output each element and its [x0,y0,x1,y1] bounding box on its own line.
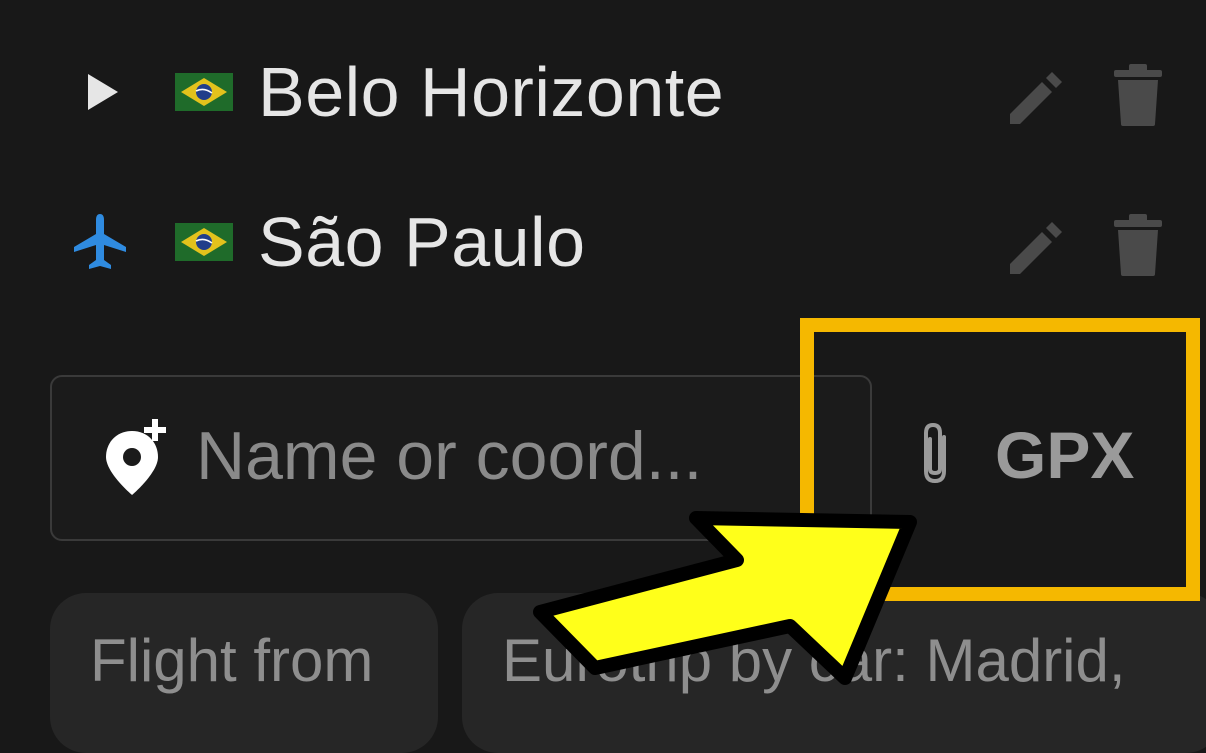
place-row-belo-horizonte[interactable]: Belo Horizonte [0,32,1206,152]
suggestion-chip-eurotrip[interactable]: Eurotrip by car: Madrid, [462,593,1206,753]
brazil-flag-icon [175,73,233,111]
paperclip-icon [910,419,960,491]
gpx-button-label: GPX [995,418,1135,492]
add-place-search-box[interactable] [50,375,872,541]
place-name: São Paulo [258,203,586,281]
add-location-pin-icon [102,417,174,497]
gpx-upload-button[interactable]: GPX [880,395,1180,525]
suggestion-chip-label: Eurotrip by car: Madrid, [502,627,1126,694]
airplane-icon [70,212,130,272]
suggestion-chip-label: Flight from [90,627,374,694]
place-name: Belo Horizonte [258,53,725,131]
suggestion-chip-flight[interactable]: Flight from [50,593,438,753]
delete-trash-icon[interactable] [1110,62,1166,128]
expand-triangle-icon[interactable] [70,62,130,122]
brazil-flag-icon [175,223,233,261]
edit-pencil-icon[interactable] [1002,62,1068,128]
edit-pencil-icon[interactable] [1002,212,1068,278]
delete-trash-icon[interactable] [1110,212,1166,278]
place-search-input[interactable] [196,413,856,499]
place-row-sao-paulo[interactable]: São Paulo [0,182,1206,302]
